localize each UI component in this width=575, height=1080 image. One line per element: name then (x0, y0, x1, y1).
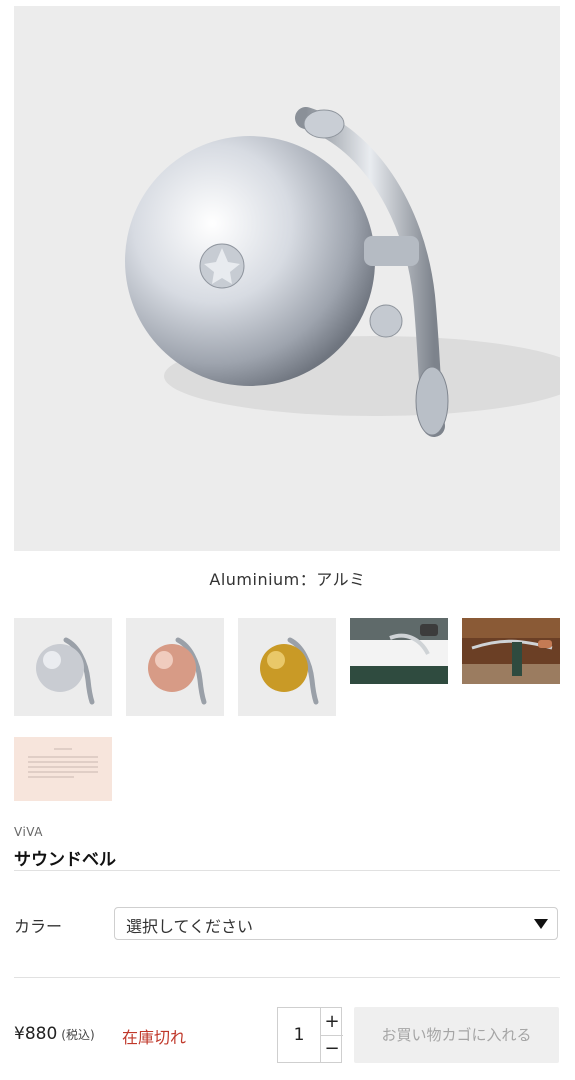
gold-bell-image (260, 637, 319, 705)
main-product-image[interactable] (14, 6, 560, 551)
image-caption: Aluminium：アルミ (209, 570, 366, 589)
bike-street-photo (462, 618, 560, 684)
quantity-minus-button[interactable]: − (320, 1035, 343, 1062)
thumb-copper-bell[interactable] (126, 618, 224, 716)
color-select-value: 選択してください (126, 917, 254, 936)
tax-note: (税込) (61, 1028, 95, 1042)
price-value: ¥880 (14, 1024, 58, 1044)
bell-silver-image (125, 107, 560, 437)
color-select[interactable]: 選択してください (114, 907, 558, 940)
thumb-silver-bell[interactable] (14, 618, 112, 716)
add-to-cart-button[interactable]: お買い物カゴに入れる (354, 1007, 559, 1063)
color-label: カラー (14, 917, 63, 936)
stock-status: 在庫切れ (122, 1028, 187, 1047)
quantity-value[interactable]: 1 (278, 1008, 320, 1062)
divider (14, 977, 560, 978)
divider (14, 870, 560, 871)
thumb-bike-street-photo[interactable] (462, 618, 560, 684)
copper-bell-image (148, 637, 207, 705)
quantity-plus-button[interactable]: + (320, 1008, 343, 1036)
quantity-stepper[interactable]: 1 + − (277, 1007, 343, 1063)
thumb-gold-bell[interactable] (238, 618, 336, 716)
product-brand: ViVA (14, 825, 43, 839)
thumb-product-card[interactable] (14, 737, 112, 801)
thumb-bike-handlebar-photo[interactable] (350, 618, 448, 684)
silver-bell-image (36, 637, 95, 705)
chevron-down-icon (534, 919, 548, 929)
price: ¥880 (税込) (14, 1024, 95, 1044)
product-title: サウンドベル (14, 850, 116, 870)
bike-handlebar-photo (350, 618, 448, 684)
product-card-image (28, 748, 98, 778)
